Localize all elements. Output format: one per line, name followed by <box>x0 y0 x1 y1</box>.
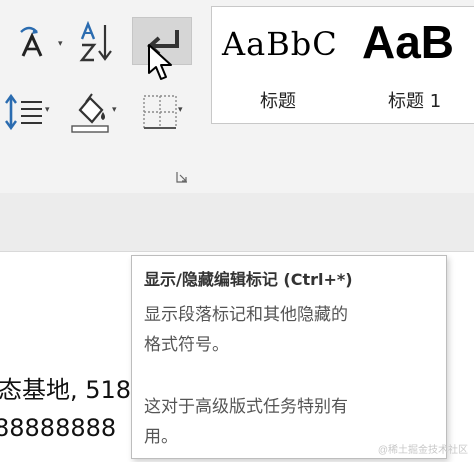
styles-gallery: AaBbC 标题 AaB 标题 1 <box>211 6 474 124</box>
tooltip-description-line: 显示段落标记和其他隐藏的 <box>144 305 348 325</box>
change-case-icon <box>20 26 43 57</box>
style-tile-heading-1[interactable]: AaB 标题 1 <box>354 7 474 123</box>
tooltip-note-line: 这对于高级版式任务特别有 <box>144 397 348 417</box>
line-spacing-button[interactable]: ▾ <box>0 90 52 134</box>
style-name-label: 标题 1 <box>388 91 442 112</box>
chevron-down-icon: ▾ <box>178 104 183 114</box>
tooltip-note-line: 用。 <box>144 427 178 447</box>
style-tile-title[interactable]: AaBbC 标题 <box>212 7 346 123</box>
sort-button[interactable] <box>76 20 116 64</box>
chevron-down-icon: ▾ <box>45 104 50 114</box>
borders-button[interactable]: ▾ <box>130 90 190 134</box>
tooltip: 显示/隐藏编辑标记 (Ctrl+*) 显示段落标记和其他隐藏的 格式符号。 这对… <box>131 255 447 459</box>
tooltip-description-line: 格式符号。 <box>144 335 229 355</box>
chevron-down-icon: ▾ <box>112 104 117 114</box>
style-sample-text: AaBbC <box>222 25 338 63</box>
ribbon: ▾ ▾ ▾ ▾ AaBbC 标题 AaB 标题 1 <box>0 0 474 252</box>
tooltip-title: 显示/隐藏编辑标记 (Ctrl+*) <box>144 270 353 289</box>
style-sample-text: AaB <box>362 16 455 68</box>
shading-button[interactable]: ▾ <box>62 88 122 136</box>
line-spacing-icon <box>5 93 42 131</box>
change-case-button[interactable]: ▾ <box>8 20 63 64</box>
paint-bucket-icon <box>71 93 109 133</box>
document-text-line: 态基地, 518 <box>0 376 132 404</box>
sort-az-icon <box>79 21 112 62</box>
style-name-label: 标题 <box>260 91 296 112</box>
watermark: @稀土掘金技术社区 <box>377 445 468 456</box>
ribbon-bottom-band <box>0 193 474 252</box>
dialog-launcher-icon[interactable] <box>176 171 188 183</box>
chevron-down-icon: ▾ <box>58 38 63 48</box>
mouse-cursor-icon <box>148 44 172 80</box>
document-text-line: 88888888 <box>0 414 117 442</box>
borders-grid-icon <box>143 95 177 129</box>
